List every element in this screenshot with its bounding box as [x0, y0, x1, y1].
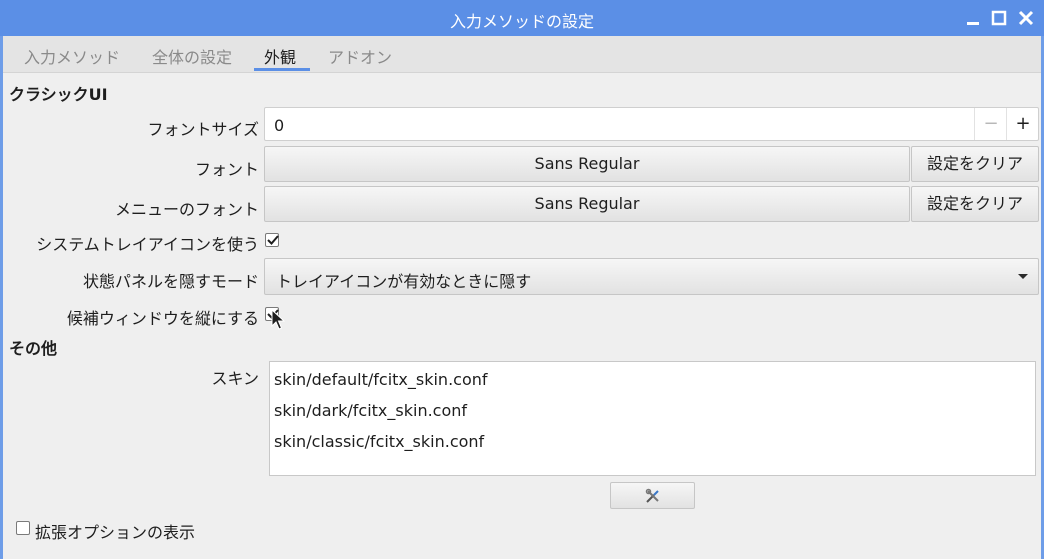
active-tab-indicator	[254, 68, 310, 71]
increment-button[interactable]: +	[1006, 108, 1039, 140]
check-icon	[267, 235, 279, 245]
hide-panel-mode-combobox[interactable]: トレイアイコンが有効なときに隠す	[264, 258, 1039, 295]
hide-panel-mode-value: トレイアイコンが有効なときに隠す	[276, 272, 532, 291]
font-size-spinbox[interactable]: 0 − +	[264, 107, 1039, 141]
settings-window: 入力メソッドの設定 入力メソッド 全体の設定 外観 アドオン クラシックUI フ…	[0, 0, 1044, 559]
menu-font-label: メニューのフォント	[114, 200, 259, 219]
advanced-options-checkbox[interactable]	[16, 521, 30, 535]
list-item[interactable]: skin/default/fcitx_skin.conf	[274, 370, 488, 389]
vertical-candidate-label: 候補ウィンドウを縦にする	[66, 309, 259, 328]
maximize-button[interactable]	[988, 7, 1010, 29]
close-button[interactable]	[1015, 7, 1037, 29]
window-title: 入力メソッドの設定	[449, 12, 594, 31]
skin-list[interactable]: skin/default/fcitx_skin.conf skin/dark/f…	[269, 361, 1036, 476]
font-clear-button[interactable]: 設定をクリア	[911, 146, 1039, 182]
tools-icon	[645, 488, 659, 503]
font-label: フォント	[194, 160, 259, 179]
skin-label: スキン	[211, 369, 259, 388]
tab-appearance[interactable]: 外観	[264, 44, 296, 68]
maximize-icon	[991, 10, 1007, 26]
close-icon	[1018, 10, 1034, 26]
dropdown-arrow-icon	[1018, 274, 1028, 279]
font-size-label: フォントサイズ	[147, 120, 259, 139]
tab-addons[interactable]: アドオン	[328, 44, 392, 68]
font-size-value[interactable]: 0	[274, 116, 284, 135]
decrement-button[interactable]: −	[974, 108, 1007, 140]
section-title-classic-ui: クラシックUI	[9, 85, 108, 104]
menu-font-select-button[interactable]: Sans Regular	[264, 186, 910, 222]
title-bar[interactable]: 入力メソッドの設定	[0, 0, 1044, 36]
advanced-options-label[interactable]: 拡張オプションの表示	[35, 519, 195, 543]
minimize-icon	[967, 22, 979, 25]
tray-icon-label: システムトレイアイコンを使う	[36, 235, 259, 254]
skin-configure-button[interactable]	[610, 482, 695, 509]
tray-icon-checkbox[interactable]	[265, 233, 279, 247]
tab-global-settings[interactable]: 全体の設定	[152, 44, 232, 68]
tab-input-method[interactable]: 入力メソッド	[24, 44, 120, 68]
list-item[interactable]: skin/classic/fcitx_skin.conf	[274, 432, 484, 451]
list-item[interactable]: skin/dark/fcitx_skin.conf	[274, 401, 467, 420]
vertical-candidate-checkbox[interactable]	[265, 307, 279, 321]
font-select-button[interactable]: Sans Regular	[264, 146, 910, 182]
tab-bar: 入力メソッド 全体の設定 外観 アドオン	[3, 36, 1041, 73]
menu-font-clear-button[interactable]: 設定をクリア	[911, 186, 1039, 222]
section-title-other: その他	[9, 339, 58, 358]
minimize-button[interactable]	[962, 7, 984, 29]
check-icon	[267, 309, 279, 319]
hide-panel-mode-label: 状態パネルを隠すモード	[82, 272, 259, 291]
